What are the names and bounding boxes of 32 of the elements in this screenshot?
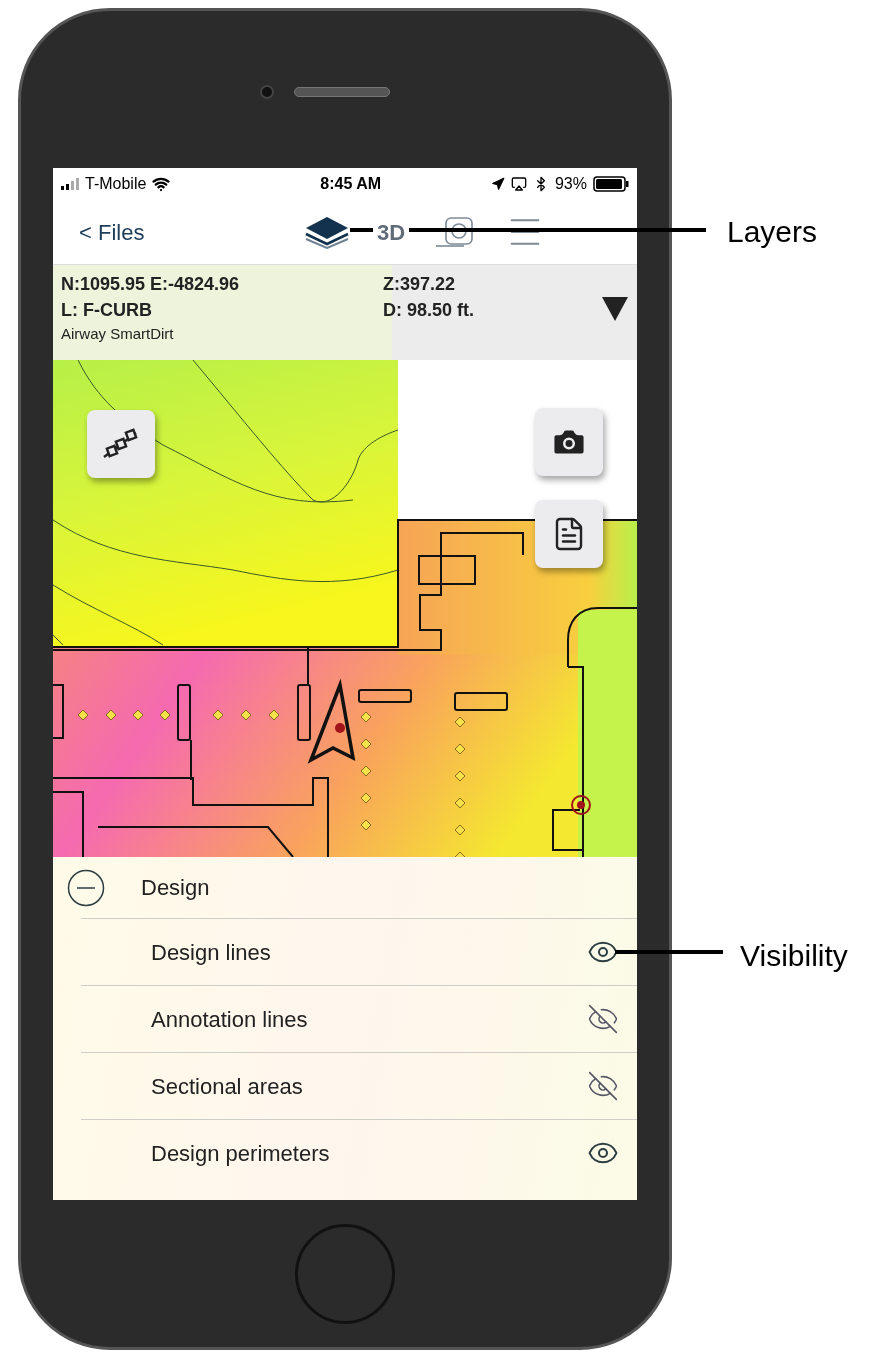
wifi-icon (152, 175, 171, 193)
coordinates: N:1095.95 E:-4824.96 (61, 273, 241, 296)
layer-name: Sectional areas (151, 1072, 303, 1101)
carrier-name: T-Mobile (85, 174, 147, 194)
battery-percent: 93% (554, 174, 587, 194)
layers-icon (304, 215, 350, 249)
battery-icon (593, 176, 629, 192)
back-link[interactable]: < Files (79, 215, 299, 249)
layer-name: L: F-CURB (61, 299, 153, 322)
eye-off-icon (587, 1070, 619, 1102)
group-label: Design (141, 874, 210, 902)
layer-name: Design lines (151, 938, 271, 967)
callout-label: Visibility (740, 938, 848, 974)
layer-group-header[interactable]: Design (53, 857, 637, 918)
document-button[interactable] (535, 500, 603, 568)
cell-signal-icon (61, 178, 79, 190)
callout-label: Layers (727, 214, 818, 250)
polyline-icon (102, 427, 140, 461)
camera-button[interactable] (535, 408, 603, 476)
front-camera (260, 85, 274, 99)
airplay-icon (510, 176, 527, 192)
distance: D: 98.50 ft. (383, 299, 475, 322)
layer-name: Design perimeters (151, 1139, 330, 1168)
eye-off-icon (587, 1003, 619, 1035)
down-triangle-icon (602, 295, 628, 321)
collapse-icon (67, 868, 105, 907)
location-arrow-icon (490, 177, 505, 191)
layer-name: Annotation lines (151, 1005, 308, 1034)
elevation: Z:397.22 (383, 273, 457, 296)
status-time: 8:45 AM (320, 174, 382, 194)
polyline-button[interactable] (87, 410, 155, 478)
source-name: Airway SmartDirt (61, 324, 175, 344)
